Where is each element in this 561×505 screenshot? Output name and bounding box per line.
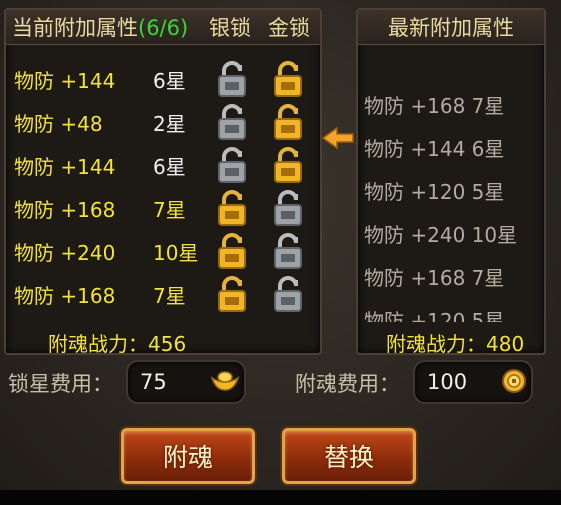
current-attributes-title: 当前附加属性(6/6) [12, 12, 188, 42]
attribute-stars: 7星 [153, 198, 186, 222]
silver-lock-icon[interactable] [217, 147, 247, 183]
arrow-left-icon [321, 126, 354, 150]
latest-soul-power: 附魂战力：480 [386, 332, 525, 356]
current-soul-power: 附魂战力：456 [48, 332, 187, 356]
attribute-value: 物防 +144 [14, 69, 116, 93]
replace-button[interactable]: 替换 [282, 428, 416, 484]
list-item: 物防 +168 7星 [364, 266, 505, 290]
lock-star-cost-label: 锁星费用： [8, 372, 113, 396]
gold-lock-icon[interactable] [273, 61, 303, 97]
attribute-value: 物防 +48 [14, 112, 103, 136]
current-attributes-panel: 当前附加属性(6/6) 银锁 金锁 物防 +144 6星 物防 +48 2星 物… [4, 8, 322, 356]
silver-lock-icon[interactable] [217, 104, 247, 140]
attribute-row: 物防 +48 2星 [12, 101, 312, 144]
silver-lock-icon[interactable] [217, 61, 247, 97]
latest-attribute-list[interactable]: 物防 +168 7星 物防 +144 6星 物防 +120 5星 物防 +240… [364, 90, 534, 322]
attribute-stars: 6星 [153, 155, 186, 179]
attribute-stars: 2星 [153, 112, 186, 136]
attribute-value: 物防 +144 [14, 155, 116, 179]
current-title-text: 当前附加属性 [12, 16, 138, 40]
gold-ingot-icon [210, 371, 240, 391]
soul-cost-label: 附魂费用： [295, 372, 400, 396]
enchant-window: 当前附加属性(6/6) 银锁 金锁 物防 +144 6星 物防 +48 2星 物… [0, 0, 561, 490]
silver-lock-column-header: 银锁 [209, 16, 251, 40]
gold-lock-icon[interactable] [273, 104, 303, 140]
current-attributes-header: 当前附加属性(6/6) 银锁 金锁 [6, 10, 320, 45]
silver-lock-icon[interactable] [273, 190, 303, 226]
attribute-value: 物防 +168 [14, 198, 116, 222]
latest-attributes-header: 最新附加属性 [358, 10, 544, 45]
attribute-row: 物防 +144 6星 [12, 144, 312, 187]
attribute-count: (6/6) [138, 16, 189, 40]
gold-lock-icon[interactable] [217, 233, 247, 269]
lock-star-cost-field: 75 [126, 360, 246, 404]
attribute-stars: 7星 [153, 284, 186, 308]
attribute-row: 物防 +240 10星 [12, 230, 312, 273]
lock-star-cost-value: 75 [140, 370, 167, 394]
attach-soul-button[interactable]: 附魂 [121, 428, 255, 484]
gold-lock-icon[interactable] [273, 147, 303, 183]
gold-lock-icon[interactable] [217, 190, 247, 226]
gold-lock-icon[interactable] [217, 276, 247, 312]
latest-attributes-title: 最新附加属性 [388, 16, 514, 40]
list-item: 物防 +144 6星 [364, 137, 505, 161]
attribute-value: 物防 +240 [14, 241, 116, 265]
attribute-row: 物防 +168 7星 [12, 187, 312, 230]
list-item: 物防 +240 10星 [364, 223, 518, 247]
soul-cost-value: 100 [427, 370, 468, 394]
attribute-stars: 6星 [153, 69, 186, 93]
silver-lock-icon[interactable] [273, 276, 303, 312]
list-item: 物防 +168 7星 [364, 94, 505, 118]
attribute-value: 物防 +168 [14, 284, 116, 308]
attribute-stars: 10星 [153, 241, 199, 265]
latest-attributes-panel: 最新附加属性 物防 +168 7星 物防 +144 6星 物防 +120 5星 … [356, 8, 546, 356]
gold-lock-column-header: 金锁 [268, 16, 310, 40]
list-item: 物防 +120 5星 [364, 180, 505, 204]
coin-icon [502, 369, 526, 393]
list-item: 物防 +120 5星 [364, 309, 505, 322]
bottom-bar [0, 490, 561, 505]
attribute-row: 物防 +144 6星 [12, 58, 312, 101]
silver-lock-icon[interactable] [273, 233, 303, 269]
attribute-row: 物防 +168 7星 [12, 273, 312, 316]
soul-cost-field: 100 [413, 360, 533, 404]
